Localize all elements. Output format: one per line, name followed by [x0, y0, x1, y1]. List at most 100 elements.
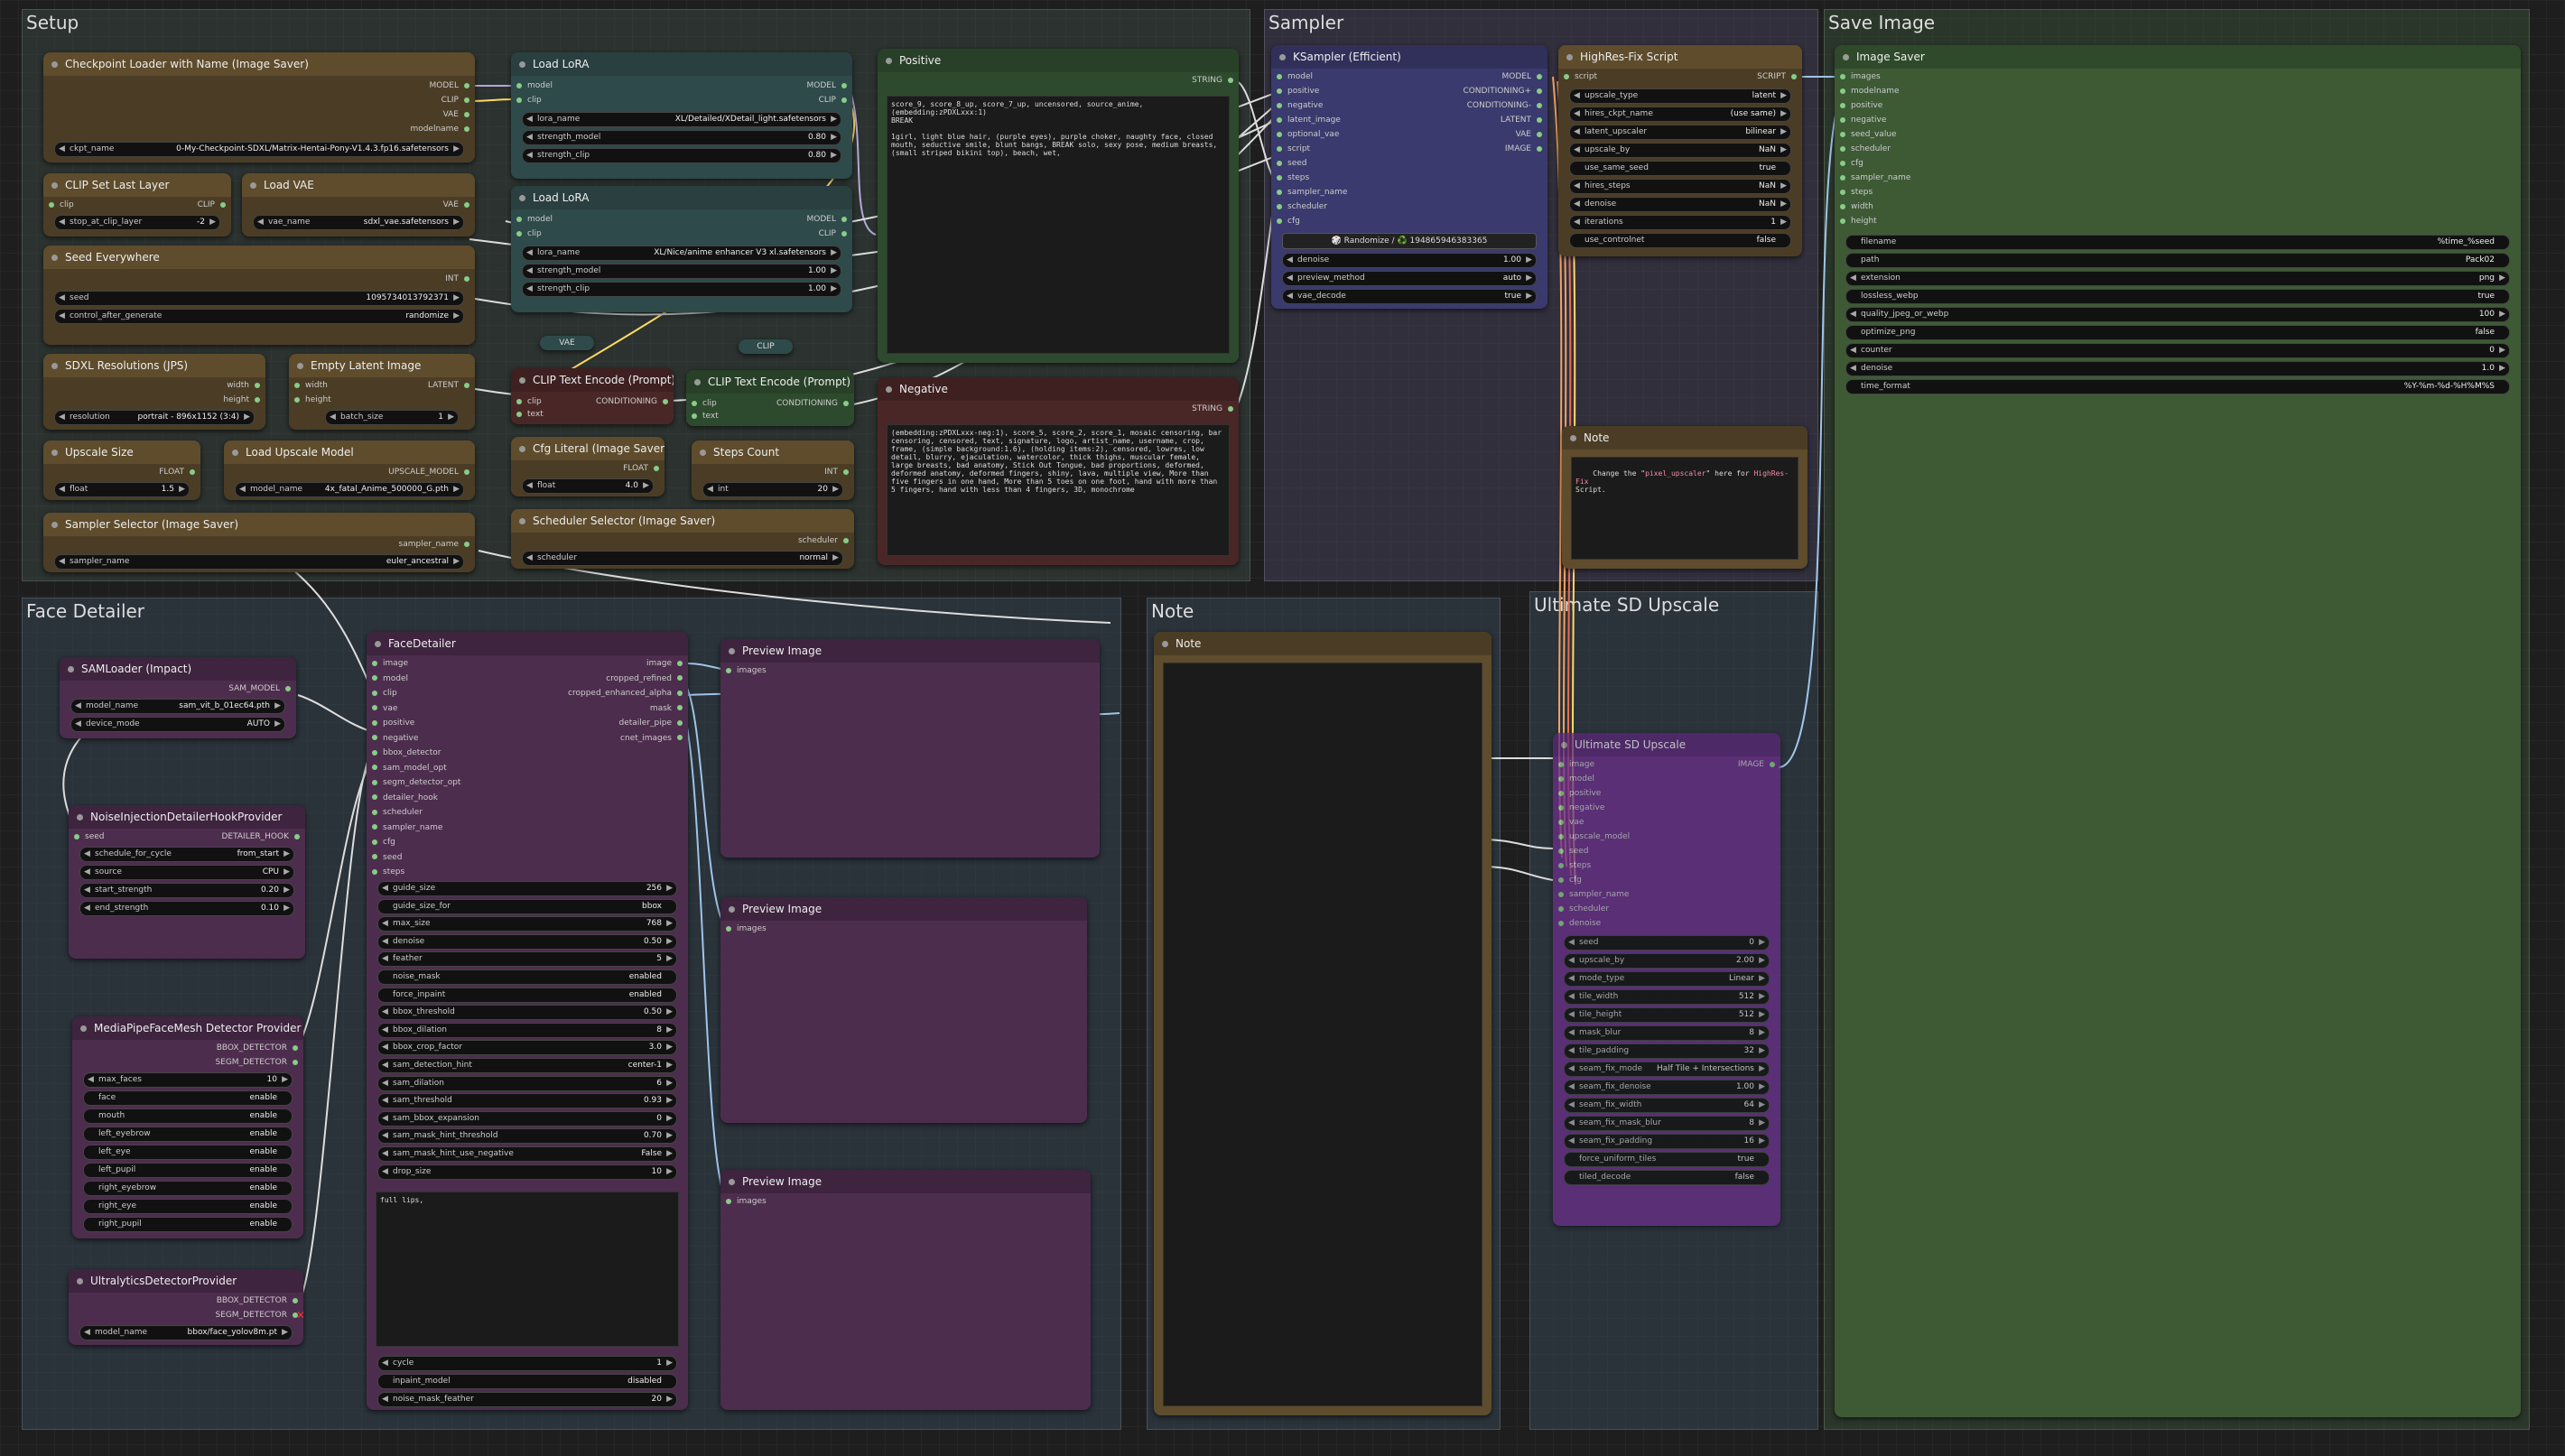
right-arrow-icon[interactable]: ▶ [666, 1094, 673, 1108]
node-preview-image-3[interactable]: Preview Image images [720, 1170, 1091, 1410]
input-width[interactable]: width [1840, 202, 1873, 211]
input-model[interactable]: model [516, 215, 553, 224]
use-same-seed-toggle[interactable]: use_same_seed true [1569, 161, 1791, 176]
extension-widget[interactable]: ◀ extension png ▶ [1845, 271, 2510, 286]
output-clip[interactable]: CLIP [819, 96, 847, 105]
upscale-type-widget[interactable]: ◀ upscale_type latent ▶ [1569, 88, 1791, 104]
input-clip[interactable]: clip [516, 229, 542, 238]
left-arrow-icon[interactable]: ◀ [382, 1006, 388, 1019]
left-eye-toggle[interactable]: left_eye enable [83, 1145, 293, 1160]
left-arrow-icon[interactable]: ◀ [526, 149, 533, 162]
input-sampler-name[interactable]: sampler_name [372, 823, 442, 832]
left-arrow-icon[interactable]: ◀ [382, 882, 388, 895]
time-format-widget[interactable]: time_format %Y-%m-%d-%H%M%S [1845, 379, 2510, 394]
sam-mask-hint-threshold-widget[interactable]: ◀ sam_mask_hint_threshold 0.70 ▶ [377, 1128, 677, 1145]
left-arrow-icon[interactable]: ◀ [382, 1165, 388, 1179]
output-width[interactable]: width [227, 381, 260, 390]
input-images[interactable]: images [726, 666, 767, 675]
mode-type-widget[interactable]: ◀ mode_type Linear ▶ [1564, 971, 1770, 987]
node-steps-count[interactable]: Steps Count INT ◀ int 20 ▶ [692, 441, 854, 500]
right-arrow-icon[interactable]: ▶ [244, 411, 250, 424]
left-arrow-icon[interactable]: ◀ [1568, 1135, 1575, 1148]
input-negative[interactable]: negative [1277, 101, 1323, 110]
right-arrow-icon[interactable]: ▶ [666, 917, 673, 931]
left-arrow-icon[interactable]: ◀ [1287, 272, 1293, 285]
right-arrow-icon[interactable]: ▶ [666, 952, 673, 966]
output-latent[interactable]: LATENT [1501, 116, 1542, 125]
output-modelname[interactable]: modelname [410, 125, 469, 134]
input-seed[interactable]: seed [1277, 159, 1306, 168]
tiled-decode-widget[interactable]: tiled_decode false [1564, 1170, 1770, 1185]
counter-widget[interactable]: ◀ counter 0 ▶ [1845, 343, 2510, 358]
input-image[interactable]: image [372, 659, 408, 668]
path-widget[interactable]: path Pack02 [1845, 253, 2510, 268]
latent-upscaler-widget[interactable]: ◀ latent_upscaler bilinear ▶ [1569, 125, 1791, 140]
input-model[interactable]: model [1558, 774, 1594, 784]
input-positive[interactable]: positive [372, 719, 414, 728]
output-int[interactable]: INT [824, 468, 849, 477]
output-height[interactable]: height [223, 395, 260, 404]
output-script[interactable]: SCRIPT [1757, 72, 1797, 81]
output-upscale-model[interactable]: UPSCALE_MODEL [388, 468, 469, 477]
output-detailer-hook[interactable]: DETAILER_HOOK [221, 832, 300, 841]
input-modelname[interactable]: modelname [1840, 87, 1900, 96]
right-arrow-icon[interactable]: ▶ [1780, 125, 1787, 139]
output-float[interactable]: FLOAT [623, 464, 659, 473]
node-empty-latent-image[interactable]: Empty Latent Image width height LATENT ◀… [289, 354, 475, 430]
left-arrow-icon[interactable]: ◀ [526, 131, 533, 144]
left-arrow-icon[interactable]: ◀ [1574, 107, 1580, 121]
left-arrow-icon[interactable]: ◀ [59, 216, 65, 229]
output-scheduler[interactable]: scheduler [798, 536, 849, 545]
output-vae[interactable]: VAE [443, 200, 469, 209]
input-cfg[interactable]: cfg [1840, 159, 1863, 168]
input-images[interactable]: images [1840, 72, 1881, 81]
right-arrow-icon[interactable]: ▶ [283, 866, 290, 879]
upscale-by-widget[interactable]: ◀ upscale_by 2.00 ▶ [1564, 953, 1770, 969]
node-clip-set-last-layer[interactable]: CLIP Set Last Layer clip CLIP ◀ stop_at_c… [43, 173, 231, 236]
input-cfg[interactable]: cfg [372, 838, 395, 847]
left-arrow-icon[interactable]: ◀ [1850, 308, 1856, 321]
input-height[interactable]: height [294, 395, 331, 404]
output-sam-model[interactable]: SAM_MODEL [228, 684, 291, 693]
input-text[interactable]: text [692, 412, 719, 421]
input-images[interactable]: images [726, 1197, 767, 1206]
right-arrow-icon[interactable]: ▶ [283, 902, 290, 915]
input-clip[interactable]: clip [372, 689, 397, 698]
left-arrow-icon[interactable]: ◀ [1568, 1099, 1575, 1112]
input-steps[interactable]: steps [372, 867, 404, 876]
input-seed[interactable]: seed [372, 853, 402, 862]
right-arrow-icon[interactable]: ▶ [831, 113, 837, 126]
output-int[interactable]: INT [445, 274, 469, 283]
left-arrow-icon[interactable]: ◀ [59, 143, 65, 156]
right-arrow-icon[interactable]: ▶ [2499, 308, 2505, 321]
vae-name-widget[interactable]: ◀ vae_name sdxl_vae.safetensors ▶ [253, 215, 464, 230]
input-width[interactable]: width [294, 381, 328, 390]
right-arrow-icon[interactable]: ▶ [666, 1059, 673, 1072]
left-arrow-icon[interactable]: ◀ [1568, 936, 1575, 950]
output-segm-detector[interactable]: SEGM_DETECTOR [215, 1311, 298, 1320]
left-arrow-icon[interactable]: ◀ [526, 479, 533, 493]
output-conditioning[interactable]: CONDITIONING [596, 397, 668, 406]
input-clip[interactable]: clip [692, 399, 717, 408]
max-faces-widget[interactable]: ◀ max_faces 10 ▶ [83, 1072, 293, 1088]
output-model[interactable]: MODEL [807, 81, 847, 90]
input-script[interactable]: script [1564, 72, 1597, 81]
right-arrow-icon[interactable]: ▶ [831, 283, 837, 296]
right-arrow-icon[interactable]: ▶ [274, 700, 281, 713]
right-arrow-icon[interactable]: ▶ [1780, 180, 1787, 193]
right-arrow-icon[interactable]: ▶ [1759, 1135, 1765, 1148]
left-arrow-icon[interactable]: ◀ [1574, 89, 1580, 103]
right-arrow-icon[interactable]: ▶ [666, 1357, 673, 1370]
lossless-webp-toggle[interactable]: lossless_webp true [1845, 289, 2510, 304]
mouth-toggle[interactable]: mouth enable [83, 1108, 293, 1124]
input-bbox-detector[interactable]: bbox_detector [372, 748, 441, 757]
node-cfg-literal[interactable]: Cfg Literal (Image Saver) FLOAT ◀ float 4.… [511, 437, 664, 496]
cfg-float-widget[interactable]: ◀ float 4.0 ▶ [522, 478, 654, 494]
left-arrow-icon[interactable]: ◀ [1574, 216, 1580, 229]
input-detailer-hook[interactable]: detailer_hook [372, 793, 438, 802]
left-arrow-icon[interactable]: ◀ [330, 411, 336, 424]
sam-detection-hint-widget[interactable]: ◀ sam_detection_hint center-1 ▶ [377, 1058, 677, 1073]
input-latent-image[interactable]: latent_image [1277, 116, 1341, 125]
input-positive[interactable]: positive [1840, 101, 1882, 110]
sam-dilation-widget[interactable]: ◀ sam_dilation 6 ▶ [377, 1075, 677, 1091]
